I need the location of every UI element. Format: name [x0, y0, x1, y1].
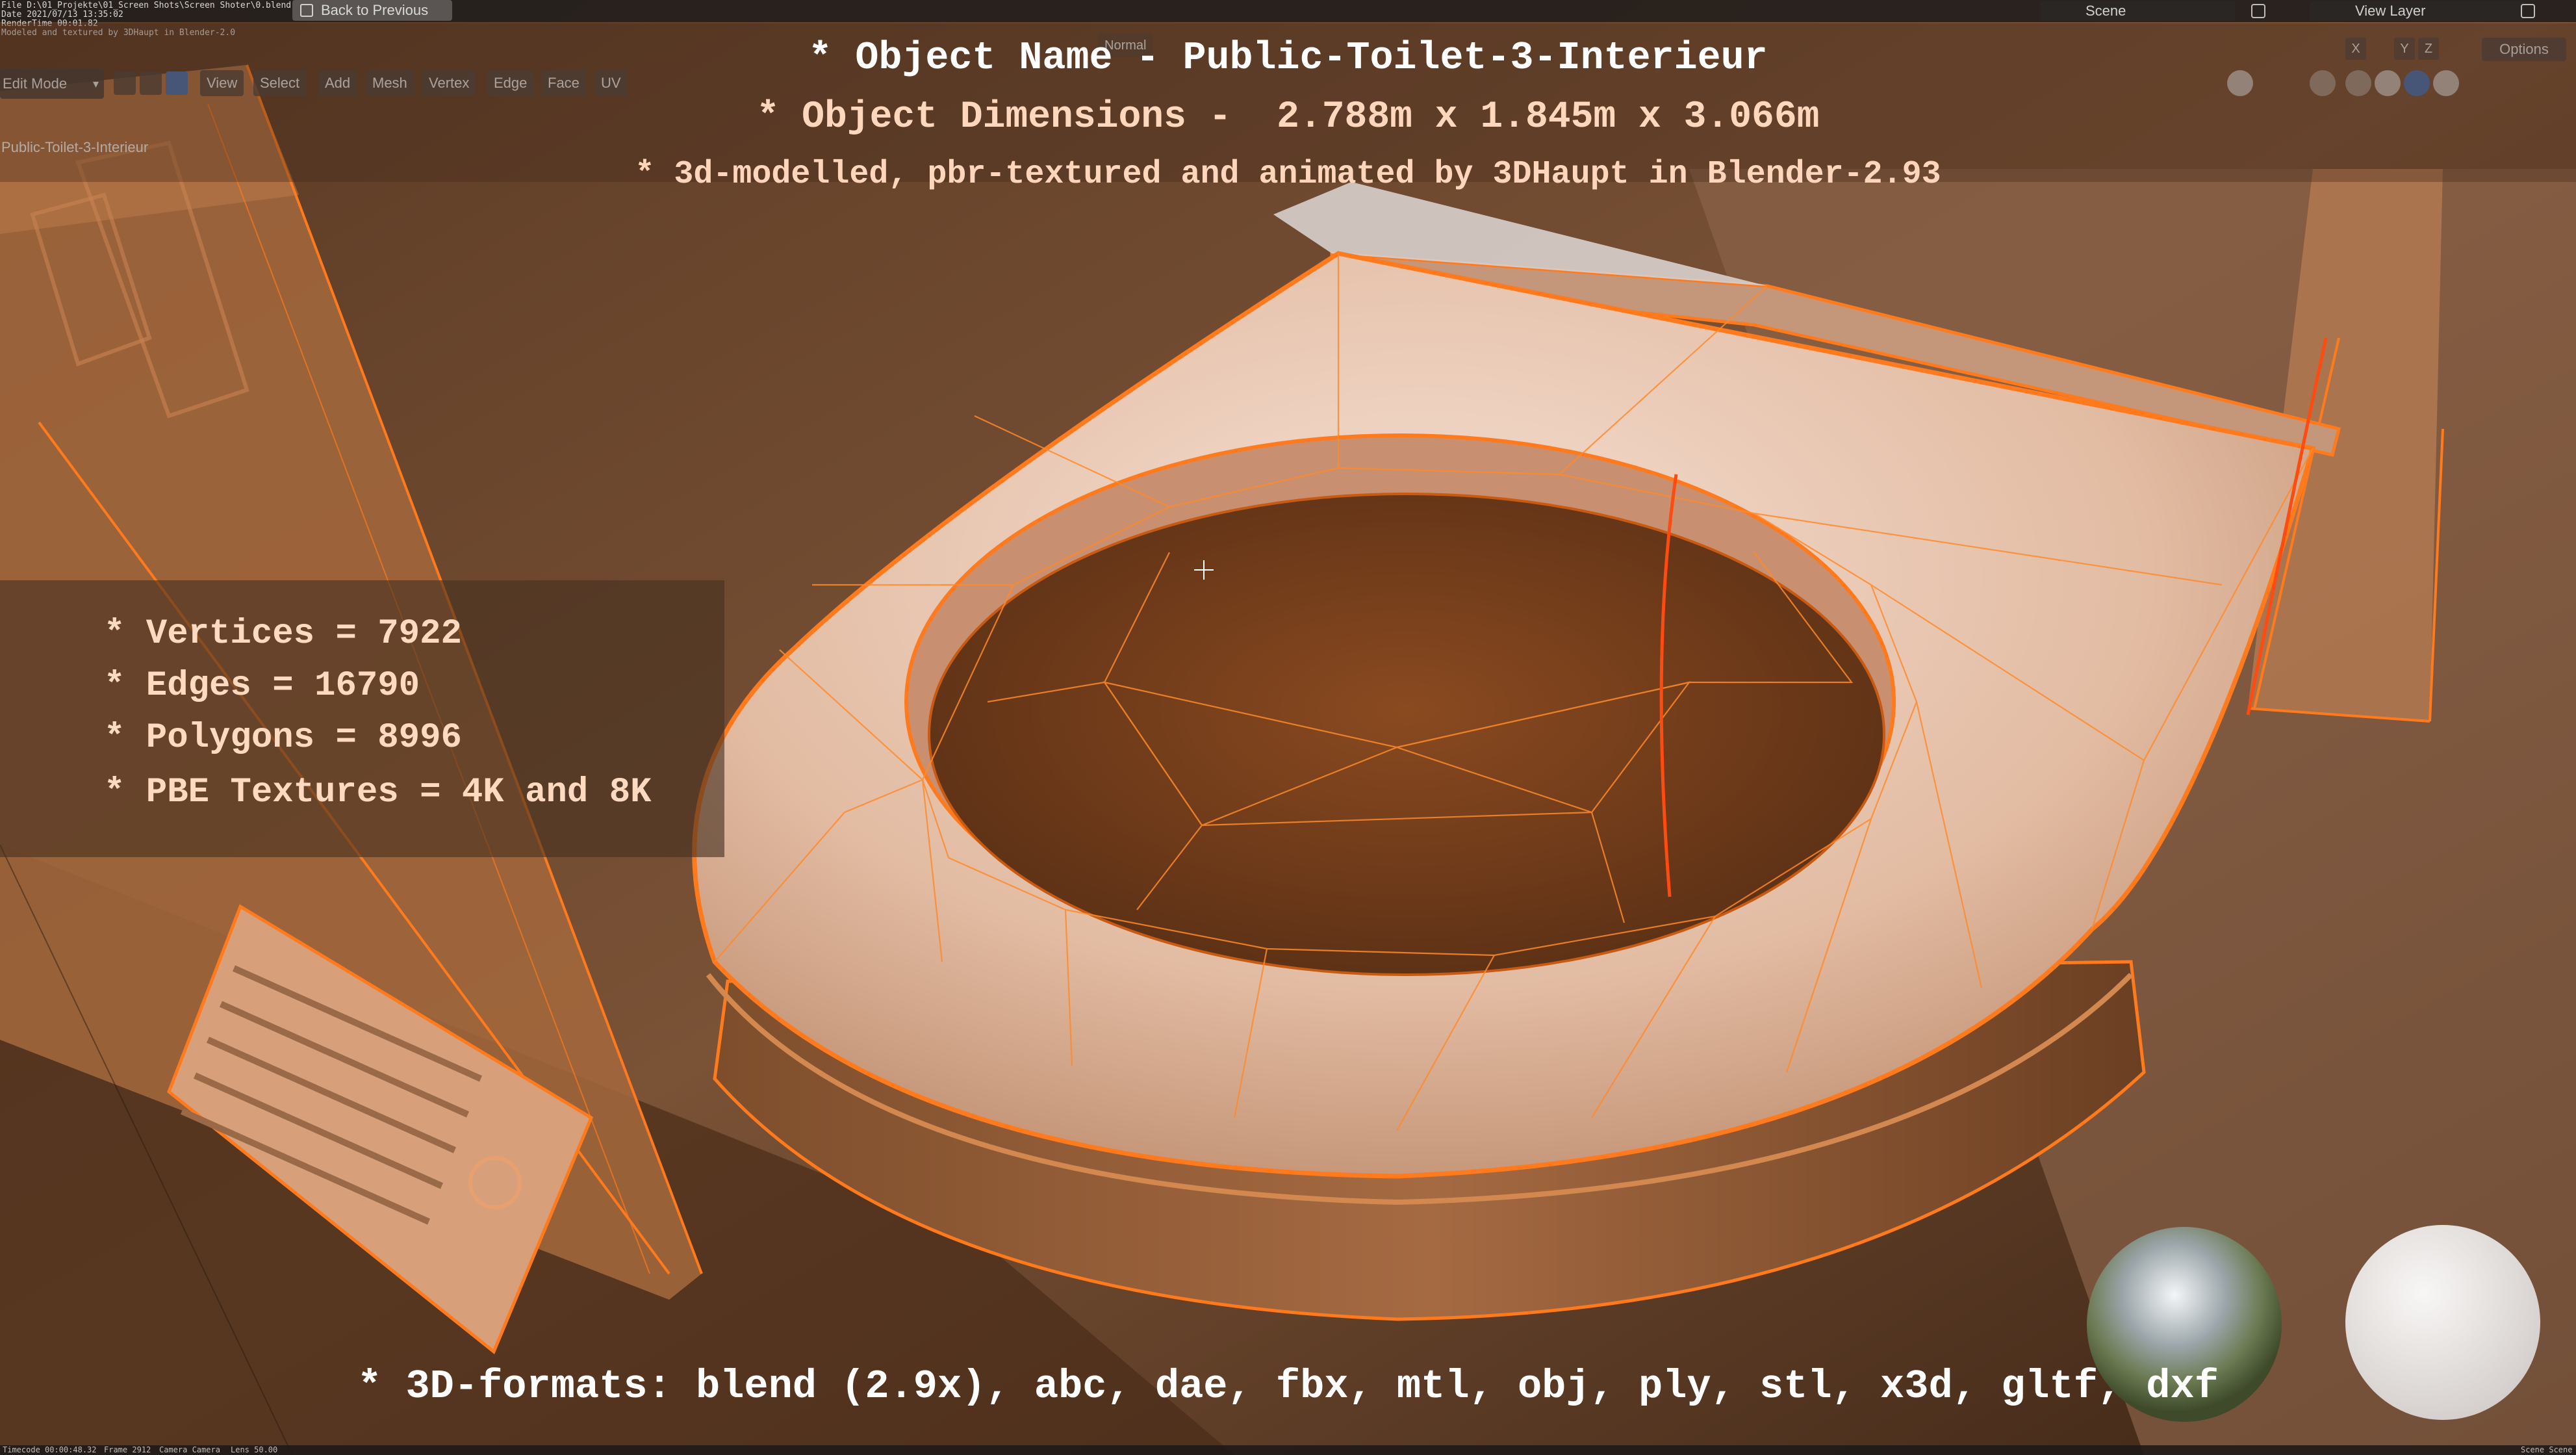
scene-selector[interactable]: Scene	[2040, 1, 2235, 21]
meta-file-line: File D:\01_Projekte\01_Screen Shots\Scre…	[1, 1, 292, 10]
formats-caption: * 3D-formats: blend (2.9x), abc, dae, fb…	[357, 1363, 2219, 1410]
status-lens: Lens 50.00	[231, 1445, 278, 1454]
view-layer-label: View Layer	[2355, 3, 2426, 19]
new-view-layer-icon[interactable]	[2521, 4, 2535, 18]
scene-label: Scene	[2085, 3, 2126, 19]
status-frame: Frame 2912	[104, 1445, 151, 1454]
object-name-title: * Object Name - Public-Toilet-3-Interieu…	[808, 36, 1768, 81]
status-camera: Camera Camera	[159, 1445, 220, 1454]
meta-date-line: Date 2021/07/13 13:35:02	[1, 10, 123, 19]
top-header-bar: File D:\01_Projekte\01_Screen Shots\Scre…	[0, 0, 2576, 38]
stat-vertices: * Vertices = 7922	[104, 614, 462, 654]
object-dimensions-title: * Object Dimensions - 2.788m x 1.845m x …	[756, 96, 1820, 138]
mesh-stats-panel: * Vertices = 7922 * Edges = 16790 * Poly…	[0, 580, 724, 857]
stat-polygons: * Polygons = 8996	[104, 718, 462, 758]
back-to-previous-button[interactable]: Back to Previous	[292, 0, 452, 21]
view-layer-selector[interactable]: View Layer	[2310, 1, 2524, 21]
status-scene: Scene Scene	[2521, 1445, 2573, 1454]
fullscreen-back-icon	[300, 4, 313, 17]
title-overlay-band: * Object Name - Public-Toilet-3-Interieu…	[0, 23, 2576, 193]
new-scene-icon[interactable]	[2251, 4, 2265, 18]
back-button-label: Back to Previous	[321, 2, 429, 18]
stat-textures: * PBE Textures = 4K and 8K	[104, 773, 652, 812]
stat-edges: * Edges = 16790	[104, 666, 420, 706]
status-bar: Timecode 00:00:48.32 Frame 2912 Camera C…	[0, 1445, 2576, 1455]
author-credit-title: * 3d-modelled, pbr-textured and animated…	[635, 156, 1941, 193]
status-timecode: Timecode 00:00:48.32	[3, 1445, 97, 1454]
3d-cursor-icon[interactable]	[1194, 560, 1214, 580]
